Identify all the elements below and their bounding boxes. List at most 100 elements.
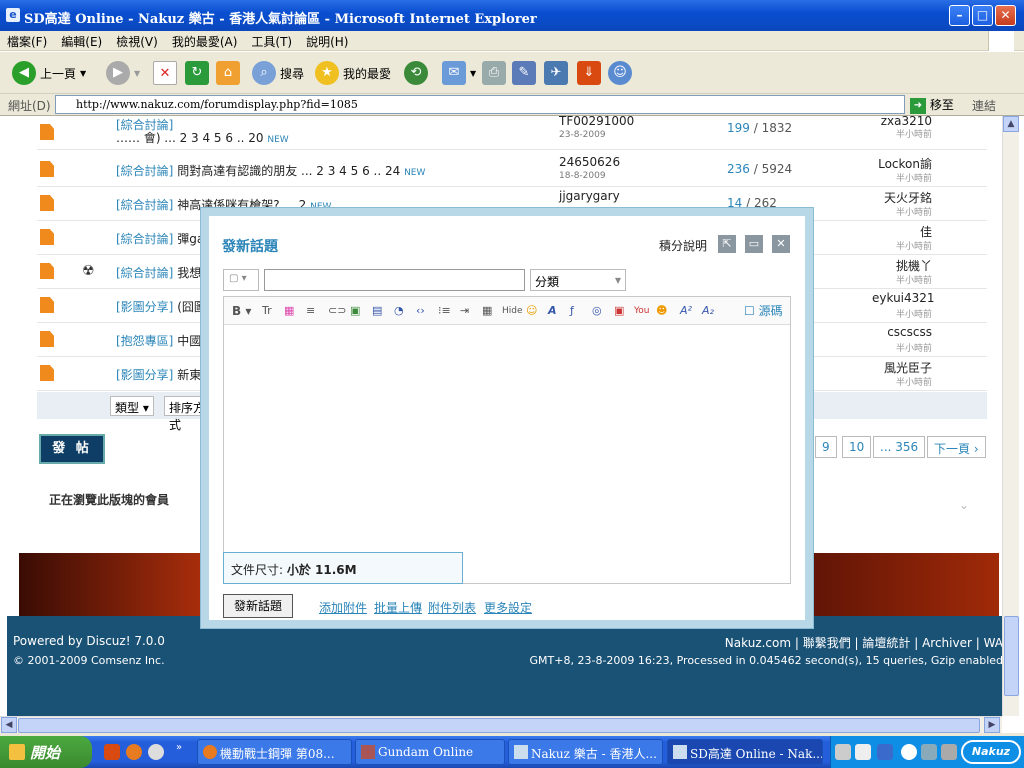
back-button[interactable]: ◀ 上一頁 ▼ (12, 60, 86, 86)
post-icon-select[interactable]: ▢ ▾ (223, 269, 259, 291)
last-poster[interactable]: 天火牙銘 (872, 189, 932, 206)
indent-icon[interactable]: ⇥ (460, 303, 469, 319)
type-select[interactable]: 類型 ▾ (110, 396, 154, 416)
batch-upload-link[interactable]: 批量上傳 (374, 599, 422, 616)
favorites-button[interactable]: ★ 我的最愛 (315, 60, 391, 86)
tray-icon[interactable] (941, 744, 957, 760)
quicklaunch-firefox-icon[interactable] (126, 744, 142, 760)
scroll-left-icon[interactable]: ◀ (1, 717, 17, 733)
new-post-button[interactable]: 發 帖 (39, 434, 105, 464)
more-settings-link[interactable]: 更多設定 (484, 599, 532, 616)
subject-input[interactable] (264, 269, 525, 291)
task-gundam-online[interactable]: Gundam Online (355, 739, 505, 765)
help-icon[interactable] (855, 744, 871, 760)
close-button[interactable]: ✕ (995, 5, 1016, 26)
code-icon[interactable]: ‹› (416, 303, 425, 319)
collapse-icon[interactable]: ⌄ (959, 498, 969, 512)
align-icon[interactable]: ≡ (306, 303, 315, 319)
task-sd-gundam[interactable]: SD高達 Online - Nak... (667, 739, 823, 765)
table-icon[interactable]: ▦ (482, 303, 492, 319)
thread-title[interactable]: [抱怨專區] 中國人 (116, 332, 213, 349)
points-help-link[interactable]: 積分說明 (659, 237, 707, 254)
print-button[interactable]: ⎙ (482, 60, 506, 86)
last-poster[interactable]: 佳 (872, 223, 932, 240)
last-poster[interactable]: cscscss (872, 325, 932, 339)
minimize-button[interactable]: – (949, 5, 970, 26)
thread-title[interactable]: [綜合討論] 問對高達有認識的朋友 ... 2 3 4 5 6 .. 24 NE… (116, 162, 425, 179)
quote-icon[interactable]: ◔ (394, 303, 404, 319)
menu-file[interactable]: 檔案(F) (0, 31, 54, 52)
bold-icon[interactable]: B ▾ (232, 303, 251, 319)
mail-button[interactable]: ✉ ▼ (442, 60, 476, 86)
home-button[interactable]: ⌂ (216, 60, 240, 86)
edit-button[interactable]: ✎ (512, 60, 536, 86)
quicklaunch-more-icon[interactable]: » (176, 742, 182, 753)
volume-icon[interactable] (877, 744, 893, 760)
rm-icon[interactable]: ▣ (614, 303, 624, 319)
menu-view[interactable]: 檢視(V) (109, 31, 165, 52)
task-nakuz[interactable]: Nakuz 樂古 - 香港人... (508, 739, 663, 765)
youtube-icon[interactable]: You (634, 303, 650, 319)
category-select[interactable]: 分類 ▾ (530, 269, 626, 291)
smiley-icon[interactable]: ☺ (526, 303, 537, 319)
close-dialog-icon[interactable]: ✕ (772, 235, 790, 253)
links-button[interactable]: 連結 (972, 97, 996, 114)
tray-expand-icon[interactable] (901, 744, 917, 760)
thread-title[interactable]: …… 會) ... 2 3 4 5 6 .. 20 NEW (116, 129, 289, 146)
hide-icon[interactable]: Hide (502, 303, 523, 319)
scroll-up-icon[interactable]: ▲ (1003, 116, 1019, 132)
submit-topic-button[interactable]: 發新話題 (223, 594, 293, 618)
superscript-icon[interactable]: A² (680, 303, 692, 319)
quicklaunch-download-icon[interactable] (104, 744, 120, 760)
thread-author[interactable]: 24650626 (559, 155, 620, 169)
thread-author[interactable]: jjgarygary (559, 189, 620, 203)
keyboard-icon[interactable] (835, 744, 851, 760)
emoticon-icon[interactable]: ☻ (656, 303, 667, 319)
network-icon[interactable] (921, 744, 937, 760)
quicklaunch-media-icon[interactable] (148, 744, 164, 760)
subscript-icon[interactable]: A₂ (702, 303, 714, 319)
link-icon[interactable]: ⊂⊃ (328, 303, 346, 319)
footer-links[interactable]: Nakuz.com | 聯繫我們 | 論壇統計 | Archiver | WA (725, 634, 1002, 651)
address-input[interactable]: http://www.nakuz.com/forumdisplay.php?fi… (55, 95, 905, 114)
page-link-last[interactable]: ... 356 (873, 436, 926, 458)
last-poster[interactable]: eykui4321 (872, 291, 935, 305)
horizontal-scroll-thumb[interactable] (18, 718, 980, 733)
thread-title[interactable]: [綜合討論] 彈gar (116, 230, 209, 247)
search-button[interactable]: ⌕ 搜尋 (252, 60, 304, 86)
popout-icon[interactable]: ⇱ (718, 235, 736, 253)
refresh-button[interactable]: ↻ (185, 60, 209, 86)
font-size-icon[interactable]: Tr (262, 303, 272, 319)
color-icon[interactable]: ▦ (284, 303, 294, 319)
vertical-scrollbar[interactable]: ▲ (1002, 116, 1019, 716)
last-poster[interactable]: 挑機丫 (872, 257, 932, 274)
research-button[interactable]: ✈ (544, 60, 568, 86)
menu-tools[interactable]: 工具(T) (244, 31, 299, 52)
flash-icon[interactable]: ƒ (570, 303, 574, 319)
image-icon[interactable]: ▣ (350, 303, 360, 319)
thread-author[interactable]: TF00291000 (559, 116, 634, 128)
maximize-button[interactable]: □ (972, 5, 993, 26)
last-poster[interactable]: Lockon諭 (872, 155, 932, 172)
next-page-link[interactable]: 下一頁 › (927, 436, 986, 458)
add-attachment-link[interactable]: 添加附件 (319, 599, 367, 616)
messenger-button[interactable]: ☺ (608, 60, 632, 86)
start-button[interactable]: 開始 (0, 736, 92, 768)
menu-favorites[interactable]: 我的最愛(A) (165, 31, 245, 52)
go-button[interactable]: ➜ 移至 (910, 96, 954, 114)
menu-help[interactable]: 說明(H) (299, 31, 355, 52)
source-toggle[interactable]: ☐ 源碼 (744, 303, 783, 319)
menu-edit[interactable]: 編輯(E) (54, 31, 109, 52)
page-link-9[interactable]: 9 (815, 436, 837, 458)
last-poster[interactable]: 風光臣子 (872, 359, 932, 376)
stop-button[interactable]: ✕ (153, 60, 177, 86)
horizontal-scrollbar[interactable]: ◀ ▶ (0, 716, 1002, 733)
history-button[interactable]: ⟲ (404, 60, 428, 86)
task-firefox[interactable]: 機動戰士鋼彈 第08... (197, 739, 352, 765)
maximize-dialog-icon[interactable]: ▭ (745, 235, 763, 253)
thread-title[interactable]: [影圖分享] 新東京 (116, 366, 213, 383)
vertical-scroll-thumb[interactable] (1004, 616, 1019, 696)
font-icon[interactable]: A (548, 303, 557, 319)
thread-title[interactable]: [影圖分享] (囧圖 (116, 298, 206, 315)
media-icon[interactable]: ▤ (372, 303, 382, 319)
